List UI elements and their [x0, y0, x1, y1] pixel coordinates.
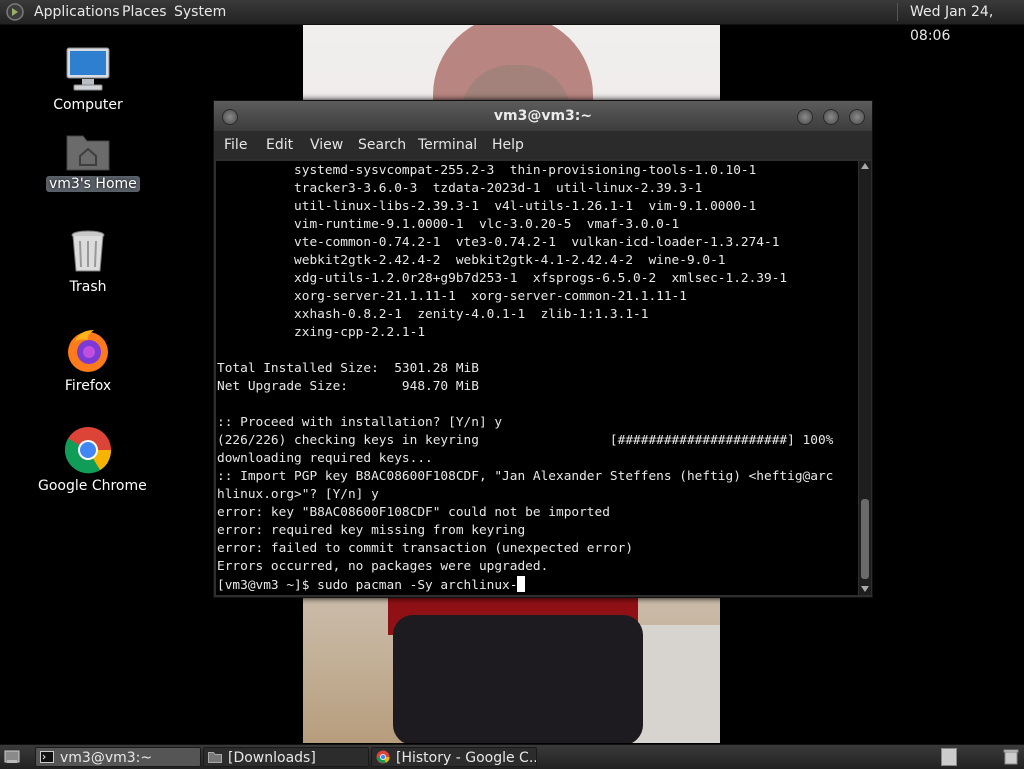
desktop-icon-label: Trash — [69, 279, 107, 295]
terminal-line: error: failed to commit transaction (une… — [217, 541, 634, 556]
system-menu[interactable]: System — [174, 0, 226, 24]
taskbar-item-label: vm3@vm3:~ — [60, 750, 153, 766]
terminal-line: :: Proceed with installation? [Y/n] y — [217, 415, 503, 430]
computer-icon — [66, 47, 110, 91]
scroll-down-arrow-icon[interactable] — [861, 586, 869, 592]
scrollbar-thumb[interactable] — [861, 499, 869, 579]
taskbar-item-chrome-history[interactable]: [History - Google C... — [371, 747, 537, 767]
chrome-icon — [64, 427, 112, 474]
menu-edit[interactable]: Edit — [266, 137, 293, 153]
terminal-icon — [40, 751, 54, 763]
menu-view[interactable]: View — [310, 137, 343, 153]
maximize-button[interactable] — [823, 109, 839, 125]
places-menu[interactable]: Places — [122, 0, 167, 24]
desktop-icon-label: Firefox — [64, 378, 112, 394]
chrome-icon — [376, 750, 390, 764]
terminal-line: hlinux.org>"? [Y/n] y — [217, 487, 379, 502]
menu-file[interactable]: File — [224, 137, 247, 153]
home-folder-icon — [66, 135, 110, 171]
terminal-output[interactable]: systemd-sysvcompat-255.2-3 thin-provisio… — [216, 161, 858, 595]
text-cursor — [517, 576, 526, 592]
terminal-line: util-linux-libs-2.39.3-1 v4l-utils-1.26.… — [294, 199, 757, 214]
terminal-line: (226/226) checking keys in keyring [####… — [217, 433, 834, 448]
desktop-icon-label: Computer — [53, 97, 123, 113]
distro-logo-icon[interactable] — [6, 3, 24, 21]
terminal-lines: systemd-sysvcompat-255.2-3 thin-provisio… — [217, 163, 833, 574]
clock[interactable]: Wed Jan 24, 08:06 — [910, 0, 1024, 48]
trash-icon[interactable] — [1003, 748, 1019, 765]
workspace-switcher[interactable] — [941, 748, 957, 766]
window-titlebar[interactable]: vm3@vm3:~ — [214, 101, 872, 131]
terminal-line: :: Import PGP key B8AC08600F108CDF, "Jan… — [217, 469, 834, 484]
terminal-line: webkit2gtk-2.42.4-2 webkit2gtk-4.1-2.42.… — [294, 253, 726, 268]
folder-icon — [208, 752, 222, 763]
window-title: vm3@vm3:~ — [493, 108, 593, 124]
terminal-scrollbar[interactable] — [859, 161, 871, 595]
terminal-line: Errors occurred, no packages were upgrad… — [217, 559, 549, 574]
terminal-line: Total Installed Size: 5301.28 MiB — [217, 361, 479, 376]
terminal-line: error: key "B8AC08600F108CDF" could not … — [217, 505, 610, 520]
close-button[interactable] — [849, 109, 865, 125]
terminal-line: xxhash-0.8.2-1 zenity-4.0.1-1 zlib-1:1.3… — [294, 307, 649, 322]
menu-terminal[interactable]: Terminal — [418, 137, 477, 153]
terminal-window[interactable]: vm3@vm3:~ File Edit View Search Terminal… — [213, 100, 873, 598]
show-desktop-icon[interactable] — [3, 748, 21, 766]
panel-separator — [897, 3, 898, 21]
top-panel: Applications Places System Wed Jan 24, 0… — [0, 0, 1024, 44]
terminal-line: systemd-sysvcompat-255.2-3 thin-provisio… — [294, 163, 757, 178]
terminal-line: vte-common-0.74.2-1 vte3-0.74.2-1 vulkan… — [294, 235, 780, 250]
terminal-text: systemd-sysvcompat-255.2-3 thin-provisio… — [216, 161, 858, 595]
terminal-prompt: [vm3@vm3 ~]$ sudo pacman -Sy archlinux- — [217, 578, 518, 593]
terminal-line: tracker3-3.6.0-3 tzdata-2023d-1 util-lin… — [294, 181, 703, 196]
taskbar-item-downloads[interactable]: [Downloads] — [203, 747, 369, 767]
terminal-line: xdg-utils-1.2.0r28+g9b7d253-1 xfsprogs-6… — [294, 271, 788, 286]
firefox-icon — [68, 330, 108, 372]
terminal-menubar: File Edit View Search Terminal Help — [214, 131, 872, 159]
desktop-icon-label: vm3's Home — [46, 176, 140, 192]
applications-menu[interactable]: Applications — [34, 0, 120, 24]
terminal-line: zxing-cpp-2.2.1-1 — [294, 325, 426, 340]
terminal-line: downloading required keys... — [217, 451, 433, 466]
taskbar-item-label: [History - Google C... — [396, 750, 537, 766]
taskbar-item-label: [Downloads] — [228, 750, 316, 766]
terminal-line: Net Upgrade Size: 948.70 MiB — [217, 379, 479, 394]
menu-search[interactable]: Search — [358, 137, 406, 153]
scroll-up-arrow-icon[interactable] — [861, 163, 869, 169]
menu-help[interactable]: Help — [492, 137, 524, 153]
trash-icon — [71, 230, 105, 272]
terminal-line: error: required key missing from keyring — [217, 523, 526, 538]
minimize-button[interactable] — [797, 109, 813, 125]
terminal-line: xorg-server-21.1.11-1 xorg-server-common… — [294, 289, 687, 304]
terminal-line: vim-runtime-9.1.0000-1 vlc-3.0.20-5 vmaf… — [294, 217, 680, 232]
taskbar-item-terminal[interactable]: vm3@vm3:~ — [35, 747, 201, 767]
desktop-icon-label: Google Chrome — [38, 478, 147, 494]
bottom-panel: vm3@vm3:~ [Downloads] [History - Google … — [0, 744, 1024, 769]
